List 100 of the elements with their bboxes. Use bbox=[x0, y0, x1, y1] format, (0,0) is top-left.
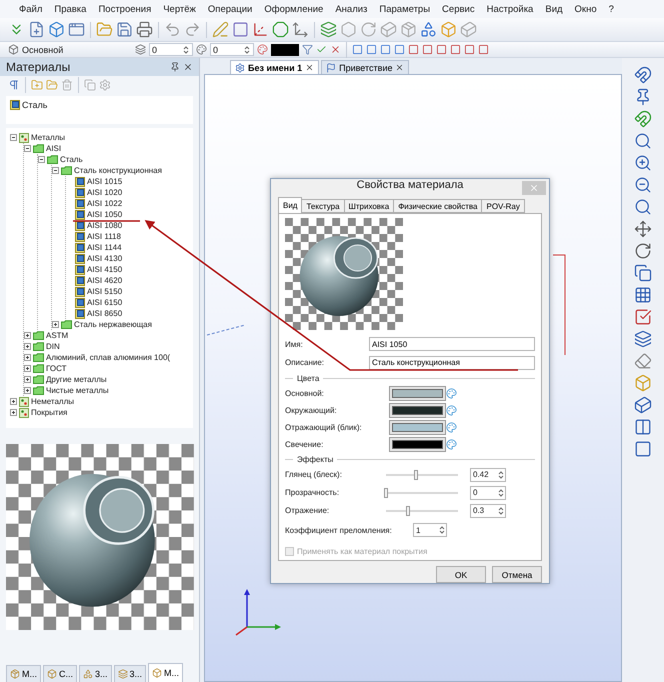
magnet-icon[interactable] bbox=[634, 66, 652, 84]
tree-item[interactable]: Металлы bbox=[31, 133, 66, 142]
window-icon[interactable] bbox=[68, 21, 85, 38]
tree-item[interactable]: ГОСТ bbox=[46, 364, 67, 373]
check-square-icon[interactable] bbox=[634, 308, 652, 326]
spin-field[interactable]: 0 bbox=[149, 43, 193, 56]
tree-item[interactable]: AISI 1118 bbox=[87, 232, 121, 241]
view-filter-icon[interactable] bbox=[422, 44, 433, 55]
color-picker[interactable] bbox=[389, 420, 446, 434]
view-filter-icon[interactable] bbox=[352, 44, 363, 55]
spin-field[interactable]: 0 bbox=[210, 43, 254, 56]
rotate-icon[interactable] bbox=[634, 242, 652, 260]
view-filter-icon[interactable] bbox=[366, 44, 377, 55]
close-icon[interactable] bbox=[395, 63, 404, 72]
tree-item[interactable]: AISI 1020 bbox=[87, 188, 122, 197]
slider-thumb[interactable] bbox=[384, 488, 388, 498]
octagon-icon[interactable] bbox=[272, 21, 289, 38]
panel-tab[interactable]: 3... bbox=[114, 665, 146, 682]
menu-item[interactable]: Оформление bbox=[264, 4, 324, 14]
panel-tab[interactable]: 3... bbox=[79, 665, 112, 682]
view-filter-icon[interactable] bbox=[394, 44, 405, 55]
search-field[interactable]: Сталь bbox=[6, 96, 193, 124]
dialog-tab[interactable]: Текстура bbox=[301, 199, 345, 213]
search-icon[interactable] bbox=[634, 198, 652, 216]
close-icon[interactable] bbox=[330, 44, 341, 55]
dialog-tab[interactable]: Штриховка bbox=[344, 199, 394, 213]
collapse-toggle-icon[interactable] bbox=[24, 145, 31, 152]
move-icon[interactable] bbox=[634, 220, 652, 238]
panel-tab[interactable]: М... bbox=[148, 663, 184, 682]
cube-icon[interactable] bbox=[8, 44, 19, 55]
tab-icon[interactable] bbox=[326, 62, 336, 72]
color-picker[interactable] bbox=[389, 402, 446, 418]
color-swatch[interactable] bbox=[271, 44, 299, 56]
tab-icon[interactable] bbox=[235, 62, 245, 72]
tree-item[interactable]: Сталь конструкционная bbox=[74, 166, 162, 175]
palette-icon[interactable] bbox=[196, 44, 207, 55]
axes-icon[interactable] bbox=[252, 21, 269, 38]
tree-item[interactable]: AISI 8650 bbox=[87, 309, 122, 318]
palette-icon[interactable] bbox=[446, 438, 457, 450]
tree-item[interactable]: AISI 6150 bbox=[87, 298, 122, 307]
view-filter-icon[interactable] bbox=[380, 44, 391, 55]
panel-tab[interactable]: М... bbox=[6, 665, 41, 682]
search-icon[interactable] bbox=[634, 132, 652, 150]
square-icon[interactable] bbox=[634, 440, 652, 458]
tree-item[interactable]: Неметаллы bbox=[31, 397, 74, 406]
expand-toggle-icon[interactable] bbox=[24, 343, 31, 350]
tree-item[interactable]: AISI bbox=[46, 144, 62, 153]
tree-item[interactable]: AISI 1050 bbox=[87, 210, 122, 219]
palette-icon[interactable] bbox=[446, 404, 457, 416]
view-filter-icon[interactable] bbox=[464, 44, 475, 55]
coordinate-system-icon[interactable] bbox=[292, 21, 309, 38]
redo-icon[interactable] bbox=[184, 21, 201, 38]
save-icon[interactable] bbox=[116, 21, 133, 38]
collapse-toggle-icon[interactable] bbox=[10, 134, 17, 141]
layer-name[interactable]: Основной bbox=[22, 44, 132, 54]
collapse-toggle-icon[interactable] bbox=[38, 156, 45, 163]
layers-icon[interactable] bbox=[135, 44, 146, 55]
copy-icon[interactable] bbox=[634, 264, 652, 282]
view-filter-icon[interactable] bbox=[478, 44, 489, 55]
menu-item[interactable]: Чертёж bbox=[163, 4, 196, 14]
slider-thumb[interactable] bbox=[406, 506, 410, 516]
tree-item[interactable]: AISI 5150 bbox=[87, 287, 122, 296]
tree-item[interactable]: AISI 4130 bbox=[87, 254, 122, 263]
expand-toggle-icon[interactable] bbox=[24, 332, 31, 339]
tab-icon[interactable] bbox=[83, 669, 94, 679]
tree-item[interactable]: Сталь нержавеющая bbox=[74, 320, 152, 329]
expand-toggle-icon[interactable] bbox=[10, 398, 17, 405]
columns-icon[interactable] bbox=[634, 418, 652, 436]
cuboid-icon[interactable] bbox=[634, 396, 652, 414]
grid-icon[interactable] bbox=[634, 286, 652, 304]
menu-item[interactable]: Файл bbox=[19, 4, 42, 14]
view-filter-icon[interactable] bbox=[450, 44, 461, 55]
menu-item[interactable]: Построения bbox=[98, 4, 152, 14]
panel-tab[interactable]: С... bbox=[43, 665, 78, 682]
filter-icon[interactable] bbox=[302, 44, 313, 55]
new-file-icon[interactable] bbox=[28, 21, 45, 38]
view-filter-icon[interactable] bbox=[408, 44, 419, 55]
cube-icon[interactable] bbox=[48, 21, 65, 38]
cancel-button[interactable]: Отмена bbox=[492, 566, 542, 583]
spin-field[interactable]: 0.42 bbox=[470, 468, 506, 482]
layers-icon[interactable] bbox=[320, 21, 337, 38]
expand-toggle-icon[interactable] bbox=[52, 321, 59, 328]
tree-item[interactable]: Алюминий, сплав алюминия 100( bbox=[46, 353, 170, 362]
menu-item[interactable]: Анализ bbox=[335, 4, 368, 14]
dialog-tab[interactable]: Вид bbox=[278, 197, 302, 213]
tree-item[interactable]: DIN bbox=[46, 342, 60, 351]
tree-item[interactable]: AISI 1144 bbox=[87, 243, 122, 252]
document-tab[interactable]: Приветствие bbox=[321, 60, 410, 74]
check-icon[interactable] bbox=[316, 44, 327, 55]
zoom-in-icon[interactable] bbox=[634, 154, 652, 172]
slider-thumb[interactable] bbox=[414, 470, 418, 480]
spin-arrows-icon[interactable] bbox=[243, 44, 251, 56]
tree-item[interactable]: AISI 4620 bbox=[87, 276, 122, 285]
tab-icon[interactable] bbox=[118, 669, 128, 679]
menu-item[interactable]: Сервис bbox=[442, 4, 475, 14]
menu-item[interactable]: Правка bbox=[54, 4, 86, 14]
menu-item[interactable]: Настройка bbox=[486, 4, 534, 14]
tree-item[interactable]: ASTM bbox=[46, 331, 68, 340]
menu-item[interactable]: Вид bbox=[545, 4, 563, 14]
tab-icon[interactable] bbox=[10, 669, 20, 679]
